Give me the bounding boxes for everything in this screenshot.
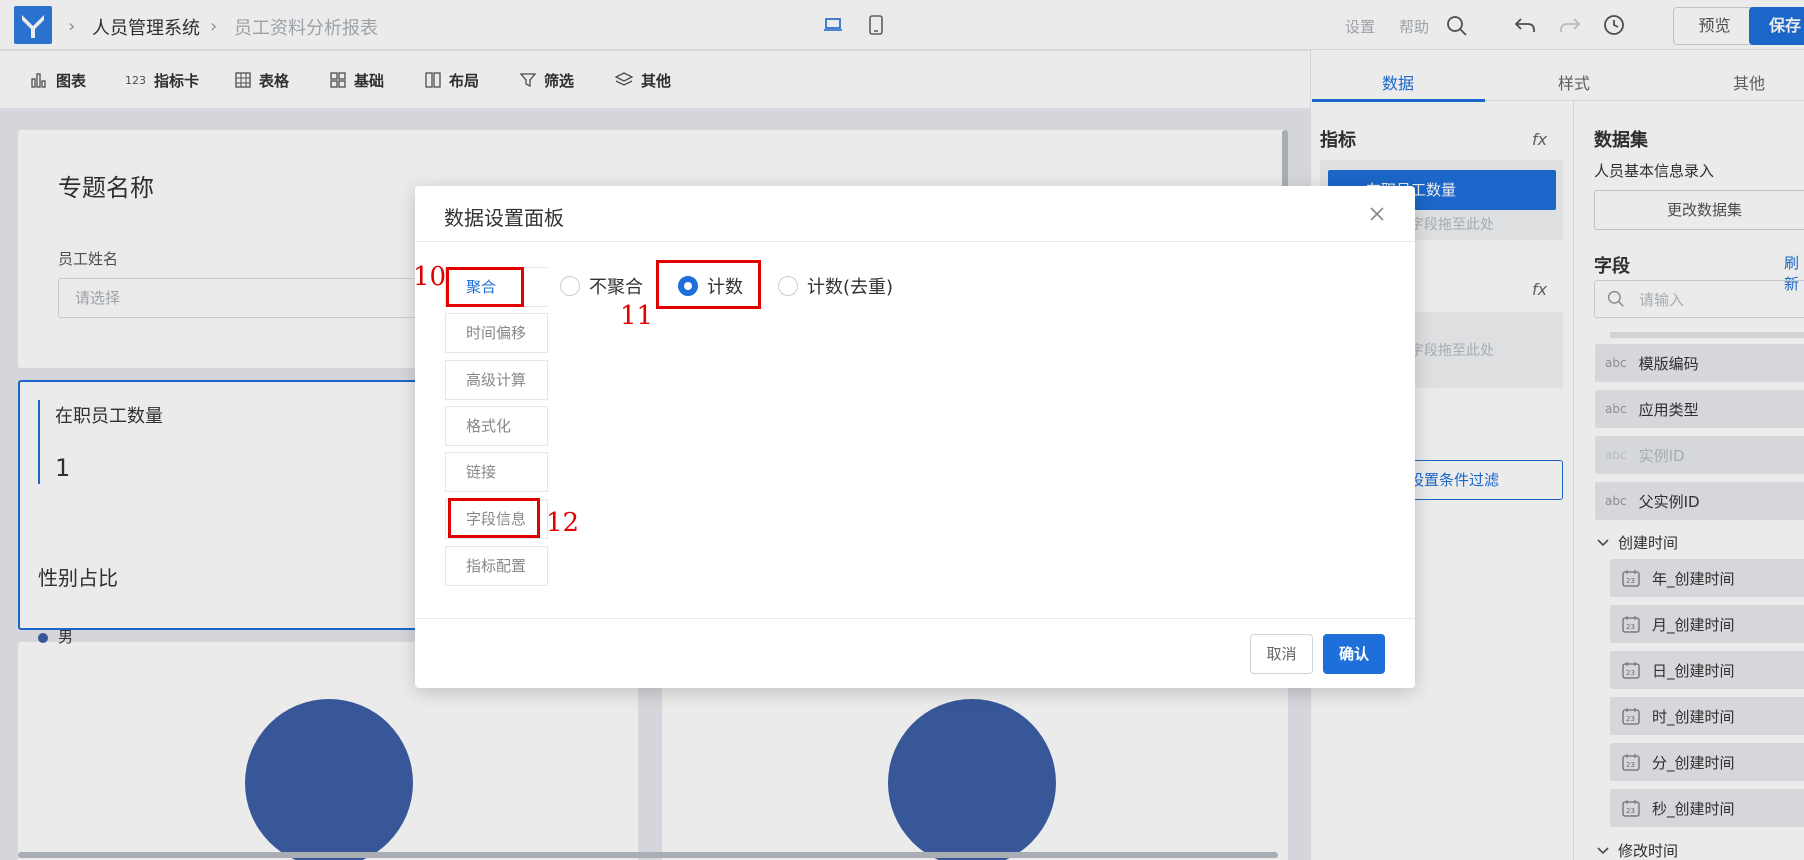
- annotation-label-12: 12: [546, 508, 580, 538]
- modal-title: 数据设置面板: [444, 206, 564, 230]
- radio-circle: [778, 276, 798, 296]
- radio-label: 不聚合: [589, 277, 643, 298]
- radio-count-distinct[interactable]: 计数(去重): [778, 273, 893, 299]
- radio-circle: [560, 276, 580, 296]
- modal-header-divider: [415, 241, 1415, 242]
- radio-no-aggregate[interactable]: 不聚合: [560, 273, 643, 299]
- data-settings-modal: 数据设置面板 聚合 时间偏移 高级计算 格式化 链接 字段信息 指标配置 不聚合…: [415, 186, 1415, 688]
- close-icon[interactable]: [1365, 202, 1389, 226]
- radio-label: 计数(去重): [807, 277, 894, 298]
- tab-metric-config[interactable]: 指标配置: [445, 546, 548, 586]
- cancel-button[interactable]: 取消: [1250, 634, 1313, 674]
- annotation-label-11: 11: [620, 301, 654, 331]
- tab-format[interactable]: 格式化: [445, 406, 548, 446]
- tab-advanced-calc[interactable]: 高级计算: [445, 360, 548, 400]
- tab-link[interactable]: 链接: [445, 452, 548, 492]
- tab-time-offset[interactable]: 时间偏移: [445, 313, 548, 353]
- annotation-label-10: 10: [413, 262, 447, 292]
- modal-footer-divider: [415, 618, 1415, 619]
- confirm-button[interactable]: 确认: [1323, 634, 1385, 674]
- annotation-box-12: [448, 498, 540, 538]
- annotation-box-11: [656, 260, 761, 309]
- annotation-box-10: [446, 267, 524, 307]
